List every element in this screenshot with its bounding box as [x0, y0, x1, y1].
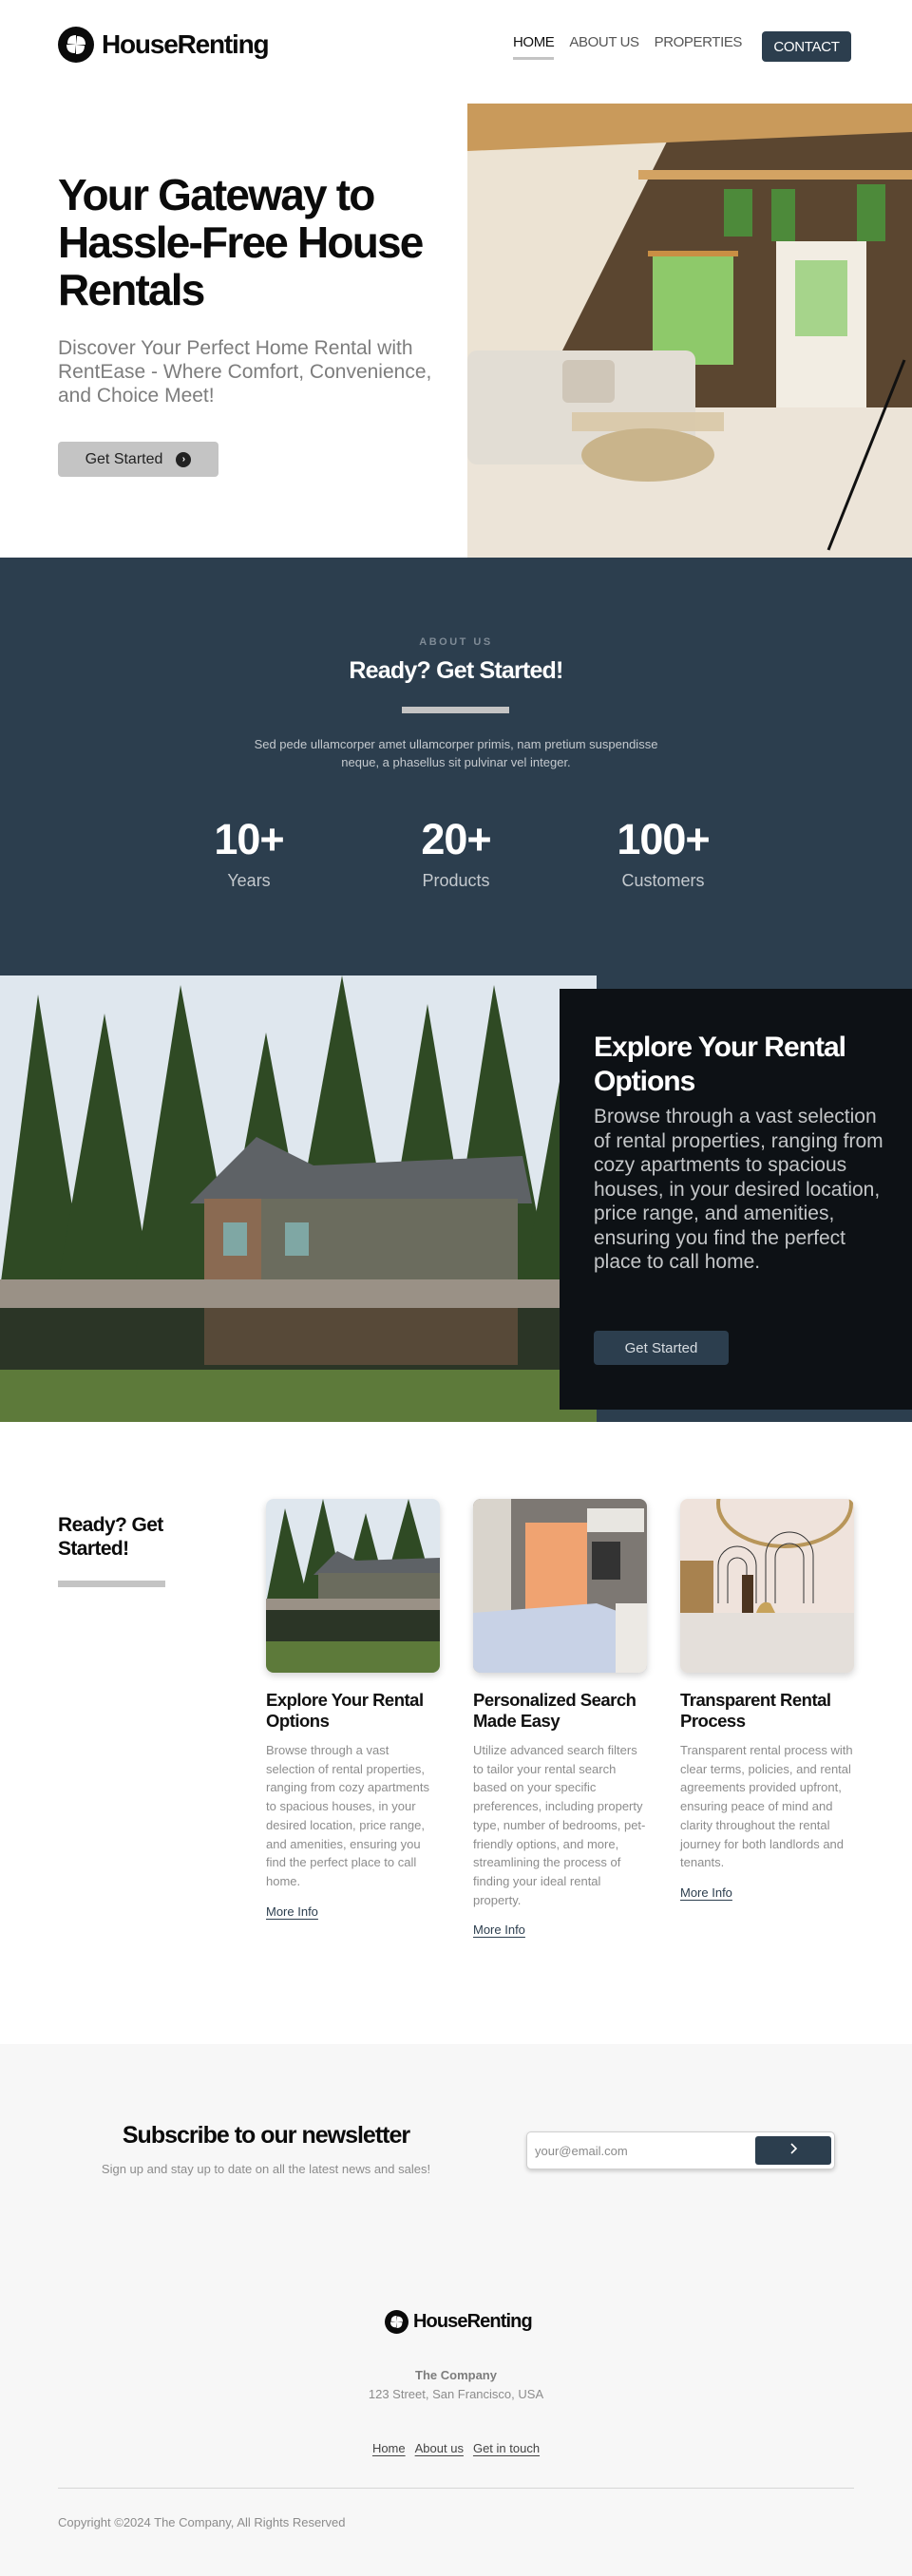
newsletter-submit-button[interactable]	[755, 2136, 831, 2165]
footer-link-home[interactable]: Home	[372, 2441, 406, 2455]
card-title: Transparent Rental Process	[680, 1690, 831, 1731]
pinwheel-logo-icon	[385, 2310, 408, 2334]
stat-label: Years	[227, 871, 271, 890]
card-title: Explore Your Rental Options	[266, 1690, 424, 1731]
about-title: Ready? Get Started!	[349, 657, 563, 684]
newsletter-form	[526, 2131, 835, 2169]
footer-address: 123 Street, San Francisco, USA	[368, 2387, 544, 2401]
feature-get-started-button[interactable]: Get Started	[594, 1331, 729, 1365]
brand-name: HouseRenting	[102, 29, 270, 59]
chevron-right-circle-icon: ›	[176, 451, 192, 467]
feature-image	[0, 975, 597, 1422]
stat-customers: 100+ Customers	[587, 816, 739, 891]
hero-get-started-button[interactable]: Get Started ›	[58, 442, 218, 477]
services-title: Ready? Get Started!	[58, 1514, 163, 1560]
copyright-text: Copyright ©2024 The Company, All Rights …	[58, 2515, 346, 2529]
feature-panel: Explore Your Rental Options Browse throu…	[560, 989, 912, 1410]
hero-subtitle: Discover Your Perfect Home Rental with R…	[58, 337, 432, 407]
main-nav: HOME ABOUT US PROPERTIES	[513, 34, 742, 60]
card-image	[266, 1499, 440, 1673]
stat-value: 10+	[214, 815, 284, 863]
card-image	[680, 1499, 854, 1673]
newsletter-title: Subscribe to our newsletter	[122, 2122, 410, 2149]
service-card: Transparent Rental Process Transparent r…	[680, 1499, 856, 1902]
card-text: Browse through a vast selection of renta…	[266, 1743, 429, 1888]
services-divider	[58, 1581, 165, 1587]
feature-title: Explore Your Rental Options	[594, 1032, 846, 1097]
card-text: Utilize advanced search filters to tailo…	[473, 1743, 646, 1907]
more-info-link[interactable]: More Info	[266, 1904, 318, 1919]
footer-nav: Home About us Get in touch	[0, 2441, 912, 2455]
more-info-link[interactable]: More Info	[680, 1885, 732, 1900]
card-text: Transparent rental process with clear te…	[680, 1743, 853, 1870]
site-header: HouseRenting HOME ABOUT US PROPERTIES CO…	[0, 0, 912, 104]
stat-years: 10+ Years	[173, 816, 325, 891]
footer-link-get-in-touch[interactable]: Get in touch	[473, 2441, 540, 2455]
footer-brand-name: HouseRenting	[413, 2311, 533, 2332]
hero-get-started-label: Get Started	[85, 450, 163, 467]
footer-link-about-us[interactable]: About us	[415, 2441, 464, 2455]
service-card: Explore Your Rental Options Browse throu…	[266, 1499, 442, 1921]
about-eyebrow: ABOUT US	[419, 636, 493, 648]
stat-products: 20+ Products	[380, 816, 532, 891]
stat-value: 100+	[617, 815, 710, 863]
nav-item-about-us[interactable]: ABOUT US	[569, 34, 639, 60]
about-divider	[402, 707, 509, 713]
site-footer: HouseRenting The Company 123 Street, San…	[0, 2255, 912, 2576]
stat-value: 20+	[421, 815, 491, 863]
brand-logo[interactable]: HouseRenting	[58, 27, 270, 63]
living-room-illustration	[467, 104, 912, 558]
hero-title: Your Gateway to Hassle-Free House Rental…	[58, 170, 424, 314]
feature-text: Browse through a vast selection of renta…	[594, 1106, 884, 1273]
hero-image	[467, 104, 912, 558]
about-text: Sed pede ullamcorper amet ullamcorper pr…	[254, 737, 658, 769]
newsletter-subtitle: Sign up and stay up to date on all the l…	[101, 2162, 431, 2176]
chevron-right-icon	[788, 2142, 798, 2159]
more-info-link[interactable]: More Info	[473, 1923, 525, 1937]
footer-company-name: The Company	[415, 2368, 497, 2382]
contact-button[interactable]: CONTACT	[762, 31, 851, 62]
card-image	[473, 1499, 647, 1673]
footer-divider	[58, 2488, 854, 2489]
pinwheel-logo-icon	[58, 27, 94, 63]
nav-item-properties[interactable]: PROPERTIES	[655, 34, 743, 60]
cabin-pond-illustration	[0, 975, 597, 1422]
card-title: Personalized Search Made Easy	[473, 1690, 636, 1731]
stat-label: Customers	[621, 871, 705, 890]
stat-label: Products	[422, 871, 490, 890]
email-input[interactable]	[535, 2140, 744, 2161]
footer-brand-logo[interactable]: HouseRenting	[385, 2310, 533, 2334]
nav-item-home[interactable]: HOME	[513, 34, 555, 60]
service-card: Personalized Search Made Easy Utilize ad…	[473, 1499, 649, 1939]
